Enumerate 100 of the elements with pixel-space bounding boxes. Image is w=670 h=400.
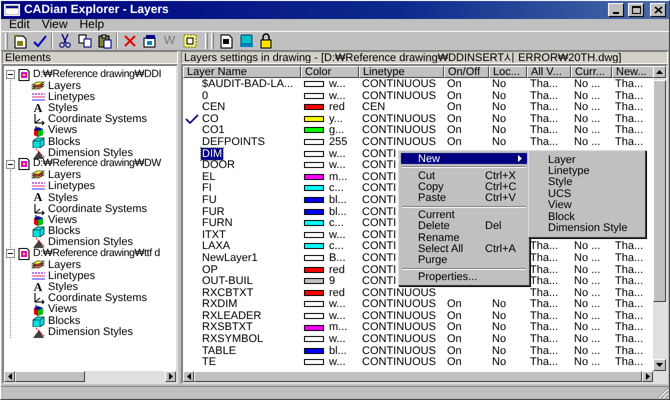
tree-item[interactable]: Styles [48, 102, 78, 114]
tree-item[interactable]: Coordinate Systems [48, 292, 148, 304]
table-cell[interactable]: ITXT [201, 228, 227, 241]
table-cell[interactable]: FUR [201, 206, 226, 218]
menu-item[interactable]: Current [401, 210, 527, 221]
menu-item[interactable]: Style [531, 176, 643, 188]
tree-item[interactable]: Dimension Styles [48, 146, 133, 159]
menu-item[interactable]: Select All Ctrl+A [401, 243, 527, 254]
tree-item[interactable]: Styles [48, 281, 78, 294]
tree-item[interactable]: Views [48, 124, 78, 137]
table-cell[interactable]: CEN [201, 101, 226, 114]
maximize-button[interactable] [628, 3, 644, 17]
tree-item[interactable]: Layers [48, 258, 82, 271]
table-cell[interactable]: OP [201, 264, 219, 276]
tree-item[interactable]: D:₩Reference drawing₩DW [33, 158, 161, 170]
minimize-button[interactable] [608, 3, 624, 17]
table-cell[interactable]: FU [201, 194, 218, 206]
properties-icon[interactable] [142, 33, 158, 49]
menu-item[interactable]: Delete Del [401, 220, 527, 232]
table-cell[interactable]: EL [201, 170, 216, 183]
menu-item[interactable]: Edit [3, 18, 36, 32]
tree-item[interactable]: Blocks [48, 225, 80, 238]
menu-item[interactable]: Linetype [531, 165, 643, 177]
menu-item[interactable]: Properties... [401, 272, 527, 283]
tree-item[interactable]: Blocks [48, 314, 80, 327]
table-cell[interactable]: DIM [201, 148, 224, 160]
tree-item[interactable]: Views [48, 214, 78, 226]
menu-item[interactable]: Layer [531, 154, 643, 166]
menu-item[interactable]: New [401, 153, 527, 164]
tree-item[interactable]: Linetypes [48, 270, 96, 282]
menu-item[interactable]: Paste Ctrl+V [401, 192, 527, 204]
column-header[interactable]: New... [612, 66, 653, 78]
paste-icon[interactable] [96, 33, 112, 49]
table-cell[interactable]: DEFPOINTS [201, 136, 266, 148]
table-cell[interactable]: RXLEADER [201, 310, 262, 322]
table-cell: CONTI [362, 264, 396, 276]
checkmark-icon[interactable] [32, 33, 48, 49]
table-cell[interactable]: TABLE [201, 344, 238, 357]
menu-item[interactable]: Block [531, 210, 643, 222]
table-cell[interactable]: RXDIM [201, 298, 238, 310]
menu-item[interactable]: Help [73, 18, 110, 32]
tree-item[interactable]: Blocks [48, 136, 80, 148]
expand-toggle[interactable] [6, 70, 15, 80]
column-header[interactable]: Loc... [489, 66, 527, 78]
menu-item[interactable]: View [531, 200, 643, 211]
table-cell[interactable]: $AUDIT-BAD-LA... [201, 78, 294, 90]
menu-item[interactable]: UCS [531, 188, 643, 200]
tree-item[interactable]: Dimension Styles [48, 236, 133, 248]
menu-item[interactable]: Cut Ctrl+X [401, 170, 527, 182]
menu-item[interactable]: Copy Ctrl+C [401, 181, 527, 193]
tree-item[interactable]: Layers [48, 80, 82, 92]
tree-item[interactable]: Linetypes [48, 180, 96, 193]
purge-icon[interactable] [182, 33, 198, 49]
table-cell[interactable]: OUT-BUIL [201, 275, 254, 288]
horizontal-scrollbar[interactable] [183, 371, 666, 382]
size-grip-icon[interactable] [657, 387, 669, 399]
expand-toggle[interactable] [6, 249, 15, 258]
menu-item[interactable]: Dimension Style [531, 222, 643, 234]
column-header[interactable]: Curr... [571, 66, 612, 78]
monitor-icon[interactable] [238, 33, 254, 49]
document-icon[interactable] [218, 33, 234, 49]
column-header[interactable]: All V... [527, 66, 571, 78]
new-document-icon[interactable] [12, 33, 28, 49]
table-cell[interactable]: FI [201, 182, 213, 194]
copy-icon[interactable] [76, 33, 92, 49]
table-cell[interactable]: DOOR [201, 159, 236, 172]
tree-item[interactable]: Views [48, 303, 78, 316]
tree-item[interactable]: Coordinate Systems [48, 113, 148, 126]
column-header[interactable]: Linetype [359, 66, 444, 78]
expand-toggle[interactable] [6, 160, 15, 169]
table-cell[interactable]: CO [201, 112, 220, 125]
table-cell[interactable]: 0 [201, 90, 210, 102]
table-cell: w... [329, 159, 346, 172]
tree-item[interactable]: D:₩Reference drawing₩DDI [33, 68, 162, 80]
table-cell: CONTI [362, 159, 396, 172]
cut-icon[interactable] [56, 33, 72, 49]
tree-item[interactable]: Styles [48, 192, 78, 204]
vertical-scrollbar[interactable] [653, 66, 666, 371]
horizontal-scrollbar[interactable] [4, 371, 176, 382]
table-cell[interactable]: RXSYMBOL [201, 333, 264, 346]
lock-icon[interactable] [258, 33, 274, 49]
table-cell[interactable]: FURN [201, 217, 234, 230]
table-cell[interactable]: LAXA [201, 240, 232, 252]
tree-item[interactable]: Coordinate Systems [48, 202, 148, 215]
table-cell[interactable]: RXSBTXT [201, 321, 254, 334]
column-header[interactable]: On/Off [444, 66, 489, 78]
column-header[interactable]: Color [301, 66, 359, 78]
menu-item[interactable]: Rename [401, 232, 527, 244]
table-cell[interactable]: RXCBTXT [201, 286, 254, 299]
menu-item[interactable]: Purge [401, 254, 527, 266]
tree-item[interactable]: D:₩Reference drawing₩ttf d [33, 248, 160, 260]
table-cell[interactable]: TE [201, 356, 218, 368]
menu-item[interactable]: View [36, 18, 74, 32]
tree-item[interactable]: Linetypes [48, 90, 96, 104]
table-cell[interactable]: NewLayer1 [201, 252, 259, 264]
table-cell[interactable]: CO1 [201, 124, 226, 136]
column-header[interactable]: Layer Name [183, 66, 301, 78]
tree-item[interactable]: Layers [48, 169, 82, 182]
tree-item[interactable]: Dimension Styles [48, 326, 133, 338]
close-button[interactable] [650, 3, 666, 17]
